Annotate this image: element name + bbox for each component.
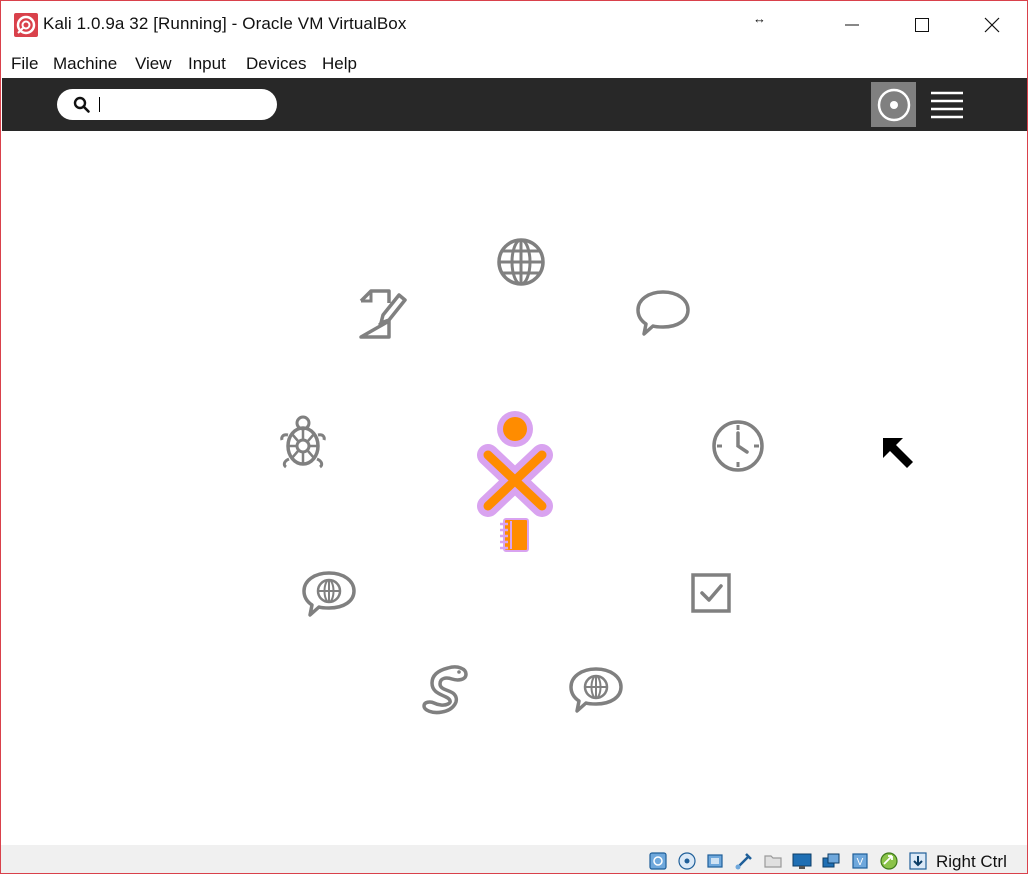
sugar-home-view [2, 131, 1027, 845]
clock-icon [712, 420, 764, 472]
virtualbox-app-icon [14, 13, 38, 37]
list-view-button[interactable] [924, 82, 969, 127]
keyboard-capture-icon[interactable] [908, 851, 928, 871]
menu-input[interactable]: Input [188, 54, 226, 74]
snake-icon [422, 665, 468, 715]
write-icon [359, 289, 407, 339]
resize-indicator: ↔ [753, 11, 766, 26]
status-bar: V Right Ctrl [1, 845, 1027, 873]
list-view-icon [930, 91, 963, 118]
host-key-label: Right Ctrl [936, 852, 1007, 871]
search-icon [73, 96, 90, 113]
svg-text:V: V [857, 857, 864, 868]
turtle-icon [280, 415, 326, 469]
favorites-view-icon [877, 88, 910, 121]
journal-icon [500, 518, 529, 552]
favorites-view-button[interactable] [871, 82, 916, 127]
activity-write[interactable] [357, 287, 409, 341]
activity-clock[interactable] [711, 419, 765, 473]
minimize-button[interactable] [817, 1, 887, 48]
window-title: Kali 1.0.9a 32 [Running] - Oracle VM Vir… [43, 14, 407, 33]
close-button[interactable] [957, 1, 1027, 48]
xo-buddy-icon [477, 411, 553, 517]
usb-icon[interactable] [734, 851, 754, 871]
activity-tasks[interactable] [691, 573, 733, 615]
cpu-virtualization-icon[interactable]: V [850, 851, 870, 871]
search-input[interactable] [97, 93, 271, 117]
menu-devices[interactable]: Devices [246, 54, 306, 74]
sugar-toolbar [2, 78, 1027, 131]
xo-buddy[interactable] [476, 408, 556, 518]
menu-machine[interactable]: Machine [53, 54, 117, 74]
maximize-button[interactable] [887, 1, 957, 48]
activity-browse-chat[interactable] [568, 665, 624, 715]
audio-icon[interactable] [705, 851, 725, 871]
close-icon [984, 17, 1000, 32]
optical-drive-icon[interactable] [677, 851, 697, 871]
speech-globe-icon [302, 571, 356, 617]
activity-browse[interactable] [496, 237, 546, 287]
search-box[interactable] [57, 89, 277, 120]
arrow-cursor-icon [883, 438, 913, 468]
activity-pippy[interactable] [420, 662, 472, 716]
hard-disk-icon[interactable] [648, 851, 668, 871]
chat-icon [636, 290, 690, 336]
checkbox-icon [691, 573, 731, 613]
globe-icon [497, 238, 545, 286]
display-icon[interactable] [792, 851, 812, 871]
activity-translate[interactable] [301, 569, 357, 619]
mouse-pointer [881, 436, 915, 470]
title-bar[interactable]: Kali 1.0.9a 32 [Running] - Oracle VM Vir… [1, 1, 1027, 48]
activity-journal[interactable] [498, 517, 534, 555]
activity-turtle-art[interactable] [279, 415, 327, 471]
network-icon[interactable] [821, 851, 841, 871]
menu-view[interactable]: View [135, 54, 172, 74]
virtualbox-window: Kali 1.0.9a 32 [Running] - Oracle VM Vir… [0, 0, 1028, 874]
menu-help[interactable]: Help [322, 54, 357, 74]
menu-file[interactable]: File [11, 54, 38, 74]
minimize-icon [845, 24, 859, 25]
text-caret [99, 97, 100, 112]
speech-globe-icon [569, 667, 623, 713]
maximize-icon [915, 17, 929, 32]
shared-folders-icon[interactable] [763, 851, 783, 871]
mouse-integration-icon[interactable] [879, 851, 899, 871]
menu-bar: File Machine View Input Devices Help [1, 48, 1027, 78]
activity-chat[interactable] [635, 288, 691, 338]
